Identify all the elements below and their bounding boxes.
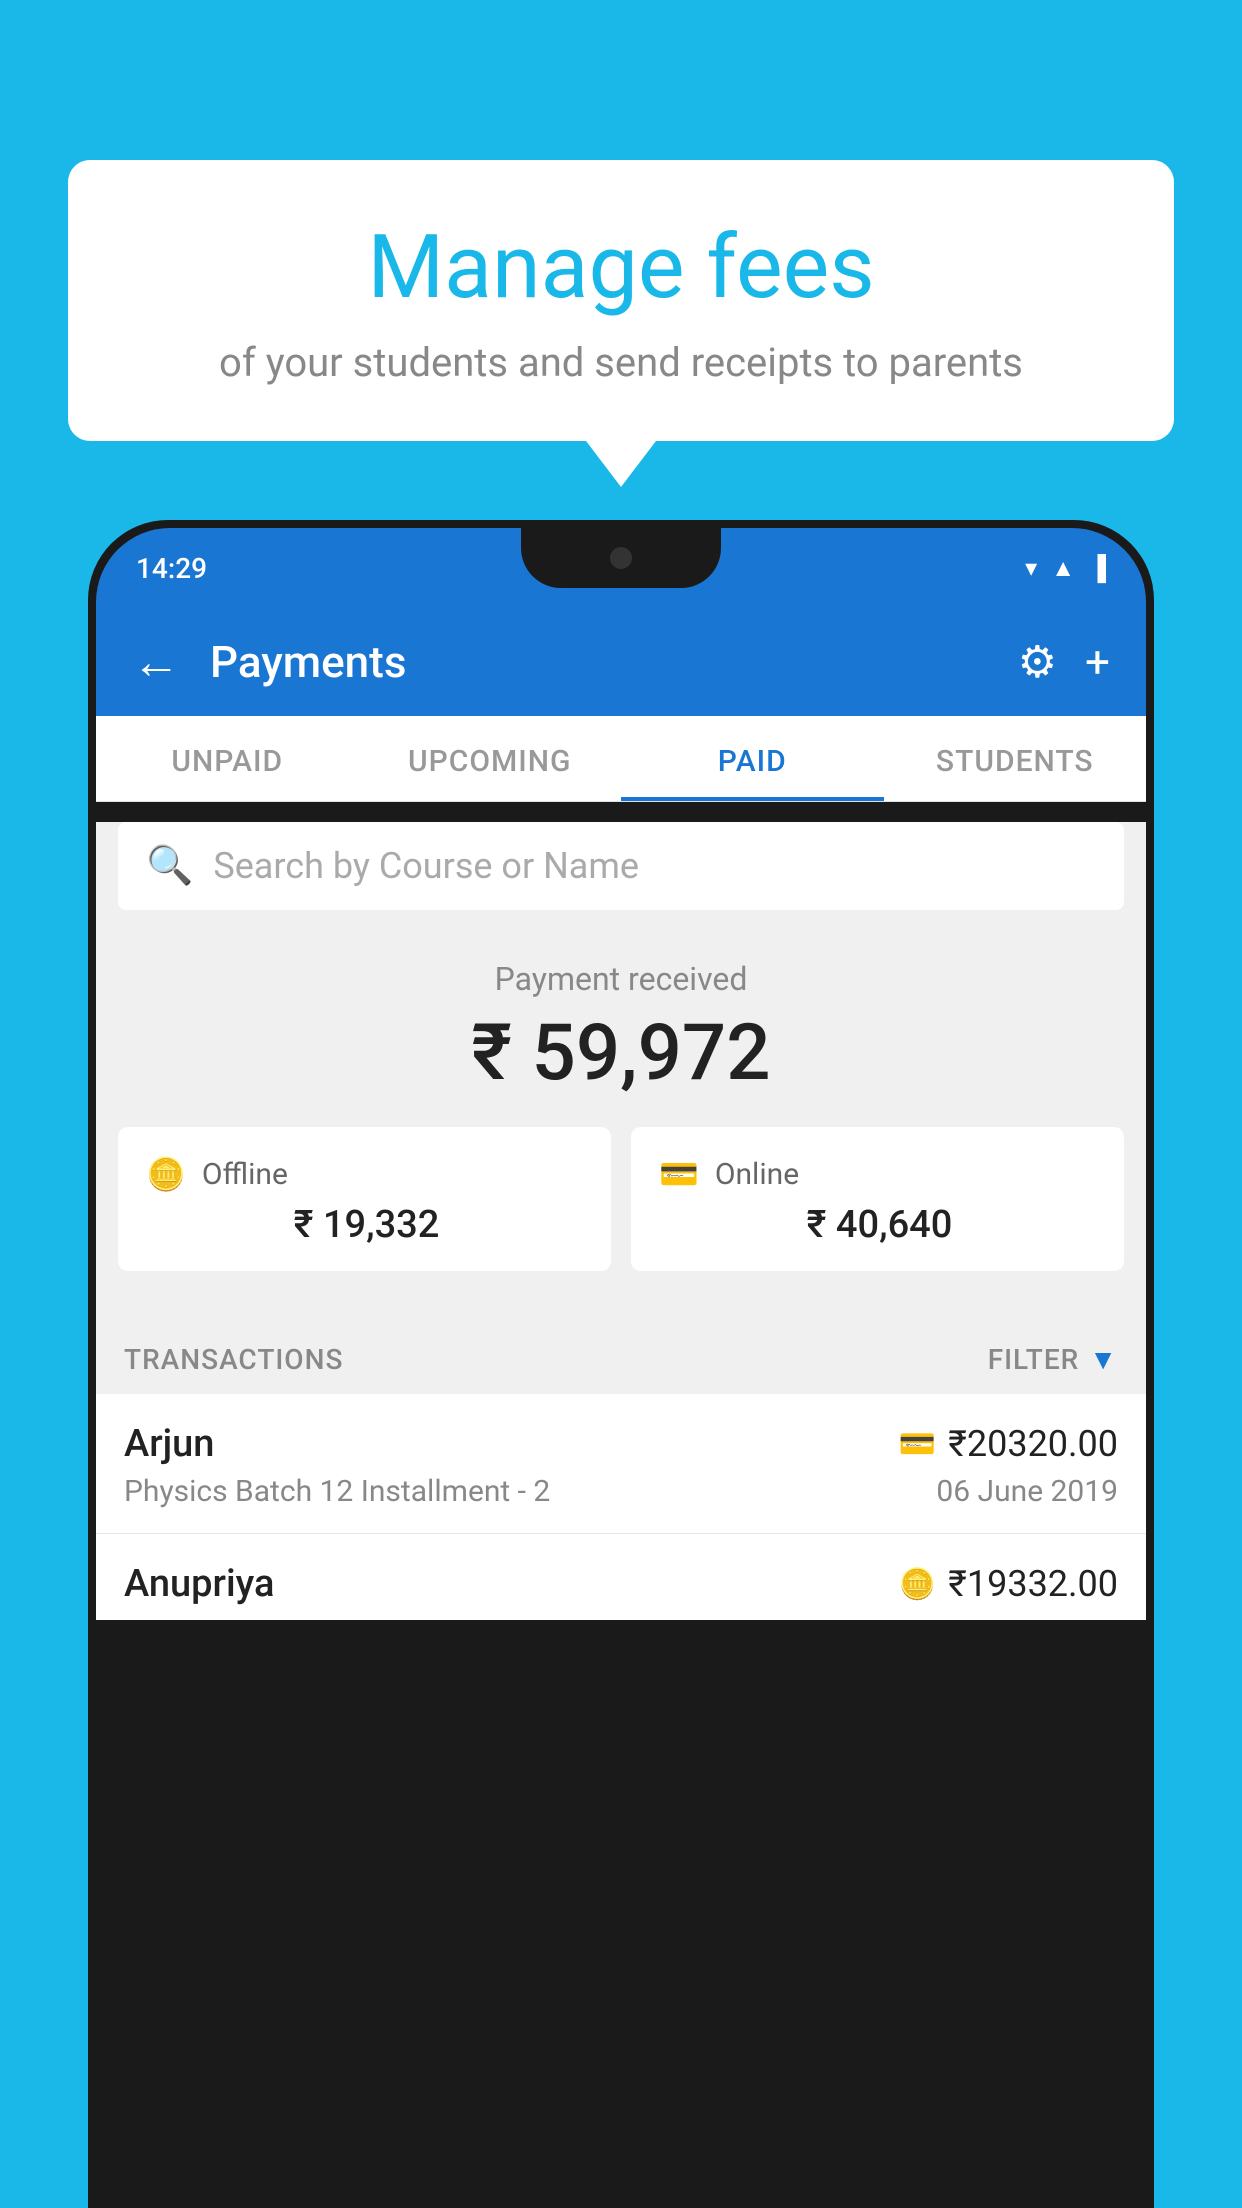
tabs-bar: UNPAID UPCOMING PAID STUDENTS [96,716,1146,802]
camera-dot [610,547,632,569]
transaction-amount: ₹20320.00 [948,1423,1118,1465]
status-time: 14:29 [136,552,207,585]
speech-bubble-container: Manage fees of your students and send re… [68,160,1174,441]
total-payment-amount: ₹ 59,972 [96,1008,1146,1099]
filter-icon: ▼ [1089,1343,1118,1376]
notch [521,528,721,588]
filter-button[interactable]: FILTER ▼ [988,1343,1118,1376]
search-icon: 🔍 [146,844,193,888]
transaction-type-icon-2: 🪙 [899,1567,936,1602]
back-button[interactable]: ← [132,638,180,686]
phone-frame: 14:29 ▾ ▲ ▐ ← Payments ⚙ + UNPAID UPCOMI… [88,520,1154,2208]
payment-cards: 🪙 Offline ₹ 19,332 💳 Online ₹ 40,640 [96,1127,1146,1299]
offline-label: Offline [202,1157,288,1192]
app-bar-title: Payments [210,636,988,688]
search-bar[interactable]: 🔍 Search by Course or Name [118,822,1124,910]
add-icon[interactable]: + [1085,636,1110,688]
offline-card-header: 🪙 Offline [146,1155,583,1193]
online-payment-card: 💳 Online ₹ 40,640 [631,1127,1124,1271]
tab-upcoming[interactable]: UPCOMING [359,716,622,801]
offline-icon: 🪙 [146,1155,186,1193]
transaction-row[interactable]: Arjun 💳 ₹20320.00 Physics Batch 12 Insta… [96,1394,1146,1534]
online-amount: ₹ 40,640 [659,1203,1096,1247]
payment-summary: Payment received ₹ 59,972 🪙 Offline ₹ 19… [96,930,1146,1319]
search-input[interactable]: Search by Course or Name [213,845,639,887]
app-bar-actions: ⚙ + [1018,636,1110,688]
online-card-header: 💳 Online [659,1155,1096,1193]
transaction-amount-2: ₹19332.00 [948,1563,1118,1605]
transactions-header: TRANSACTIONS FILTER ▼ [96,1319,1146,1394]
transaction-row-top: Arjun 💳 ₹20320.00 [124,1422,1118,1466]
transaction-amount-wrap-2: 🪙 ₹19332.00 [899,1563,1118,1605]
payment-received-label: Payment received [96,960,1146,998]
status-icons: ▾ ▲ ▐ [1025,554,1106,583]
bubble-title: Manage fees [118,220,1124,317]
transaction-row-bottom: Physics Batch 12 Installment - 2 06 June… [124,1474,1118,1509]
transaction-name-2: Anupriya [124,1562,274,1606]
screen-content: 🔍 Search by Course or Name Payment recei… [96,822,1146,1620]
app-bar: ← Payments ⚙ + [96,608,1146,716]
signal-icon: ▲ [1051,554,1075,583]
transaction-type-icon: 💳 [899,1427,936,1462]
offline-amount: ₹ 19,332 [146,1203,583,1247]
bubble-subtitle: of your students and send receipts to pa… [118,339,1124,386]
status-bar: 14:29 ▾ ▲ ▐ [96,528,1146,608]
transactions-label: TRANSACTIONS [124,1343,343,1376]
transaction-date: 06 June 2019 [936,1474,1118,1509]
settings-icon[interactable]: ⚙ [1018,636,1057,688]
online-icon: 💳 [659,1155,699,1193]
transaction-amount-wrap: 💳 ₹20320.00 [899,1423,1118,1465]
tab-unpaid[interactable]: UNPAID [96,716,359,801]
filter-label: FILTER [988,1343,1080,1376]
transaction-course: Physics Batch 12 Installment - 2 [124,1474,550,1509]
transaction-row-partial[interactable]: Anupriya 🪙 ₹19332.00 [96,1534,1146,1620]
phone-inner: 14:29 ▾ ▲ ▐ ← Payments ⚙ + UNPAID UPCOMI… [96,528,1146,2208]
transaction-row-top-2: Anupriya 🪙 ₹19332.00 [124,1562,1118,1606]
transaction-name: Arjun [124,1422,214,1466]
offline-payment-card: 🪙 Offline ₹ 19,332 [118,1127,611,1271]
speech-bubble: Manage fees of your students and send re… [68,160,1174,441]
wifi-icon: ▾ [1025,554,1037,582]
tab-paid[interactable]: PAID [621,716,884,801]
online-label: Online [715,1157,799,1192]
battery-icon: ▐ [1089,554,1106,583]
tab-students[interactable]: STUDENTS [884,716,1147,801]
